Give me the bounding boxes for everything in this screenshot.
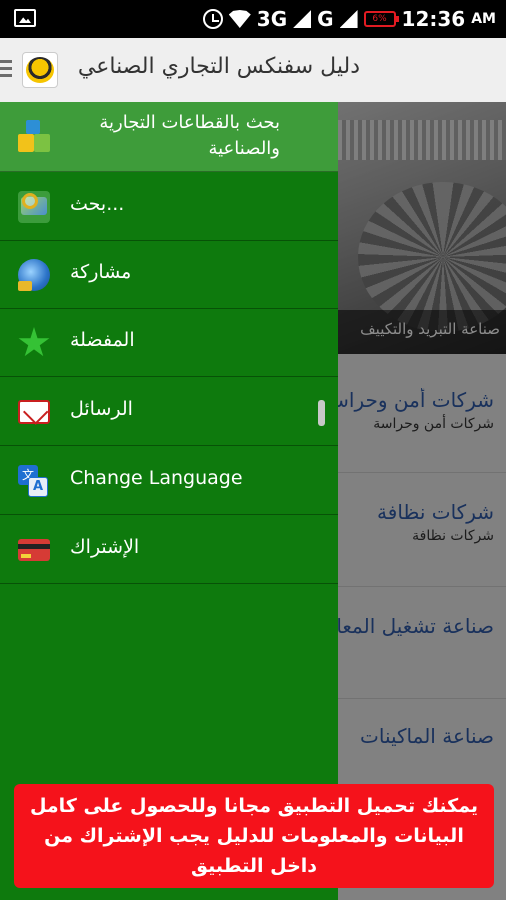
drawer-header-label: بحث بالقطاعات التجارية والصناعية — [99, 112, 280, 159]
translate-icon: 文A — [18, 465, 50, 497]
drawer-item-label: الرسائل — [70, 398, 133, 420]
gallery-notification-icon — [14, 9, 36, 27]
globe-share-icon — [18, 259, 50, 291]
drawer-item-favorites[interactable]: المفضلة — [0, 309, 338, 377]
star-icon — [18, 327, 50, 357]
drawer-item-change-language[interactable]: 文A Change Language — [0, 447, 338, 515]
status-bar: 3G G 6% 12:36 AM — [0, 0, 506, 38]
signal-icon — [293, 10, 312, 28]
network-3g-label: 3G — [256, 7, 288, 31]
app-title: دليل سفنكس التجاري الصناعي — [77, 54, 360, 79]
drawer-scrollbar[interactable] — [318, 400, 325, 426]
wifi-icon — [228, 10, 251, 28]
clock-time: 12:36 — [401, 7, 466, 31]
drawer-scrim[interactable] — [338, 102, 506, 900]
menu-icon[interactable] — [0, 60, 12, 78]
drawer-item-search[interactable]: بحث... — [0, 173, 338, 241]
drawer-header-search-sectors[interactable]: بحث بالقطاعات التجارية والصناعية — [0, 102, 338, 172]
signal-icon-2 — [339, 10, 358, 28]
drawer-item-label: الإشتراك — [70, 536, 140, 558]
subscription-card-icon — [18, 539, 50, 561]
network-g-label: G — [317, 7, 334, 31]
sectors-blocks-icon — [18, 120, 50, 154]
navigation-drawer: بحث بالقطاعات التجارية والصناعية بحث... … — [0, 102, 338, 900]
drawer-item-subscription[interactable]: الإشتراك — [0, 516, 338, 584]
drawer-item-label: بحث... — [70, 193, 125, 215]
drawer-item-label: Change Language — [70, 467, 243, 489]
battery-icon: 6% — [363, 11, 399, 27]
alarm-icon — [202, 9, 223, 29]
subscription-notice-banner: يمكنك تحميل التطبيق مجانا وللحصول على كا… — [14, 784, 494, 888]
app-logo[interactable] — [22, 52, 58, 88]
clock-ampm: AM — [471, 11, 496, 27]
drawer-item-label: مشاركة — [70, 261, 132, 283]
drawer-item-label: المفضلة — [70, 329, 135, 351]
notice-text: يمكنك تحميل التطبيق مجانا وللحصول على كا… — [29, 795, 479, 877]
battery-level: 6% — [372, 14, 387, 24]
map-search-icon — [18, 191, 50, 223]
drawer-item-messages[interactable]: الرسائل — [0, 378, 338, 446]
drawer-item-share[interactable]: مشاركة — [0, 241, 338, 309]
app-bar: دليل سفنكس التجاري الصناعي — [0, 38, 506, 102]
mail-icon — [18, 400, 50, 424]
